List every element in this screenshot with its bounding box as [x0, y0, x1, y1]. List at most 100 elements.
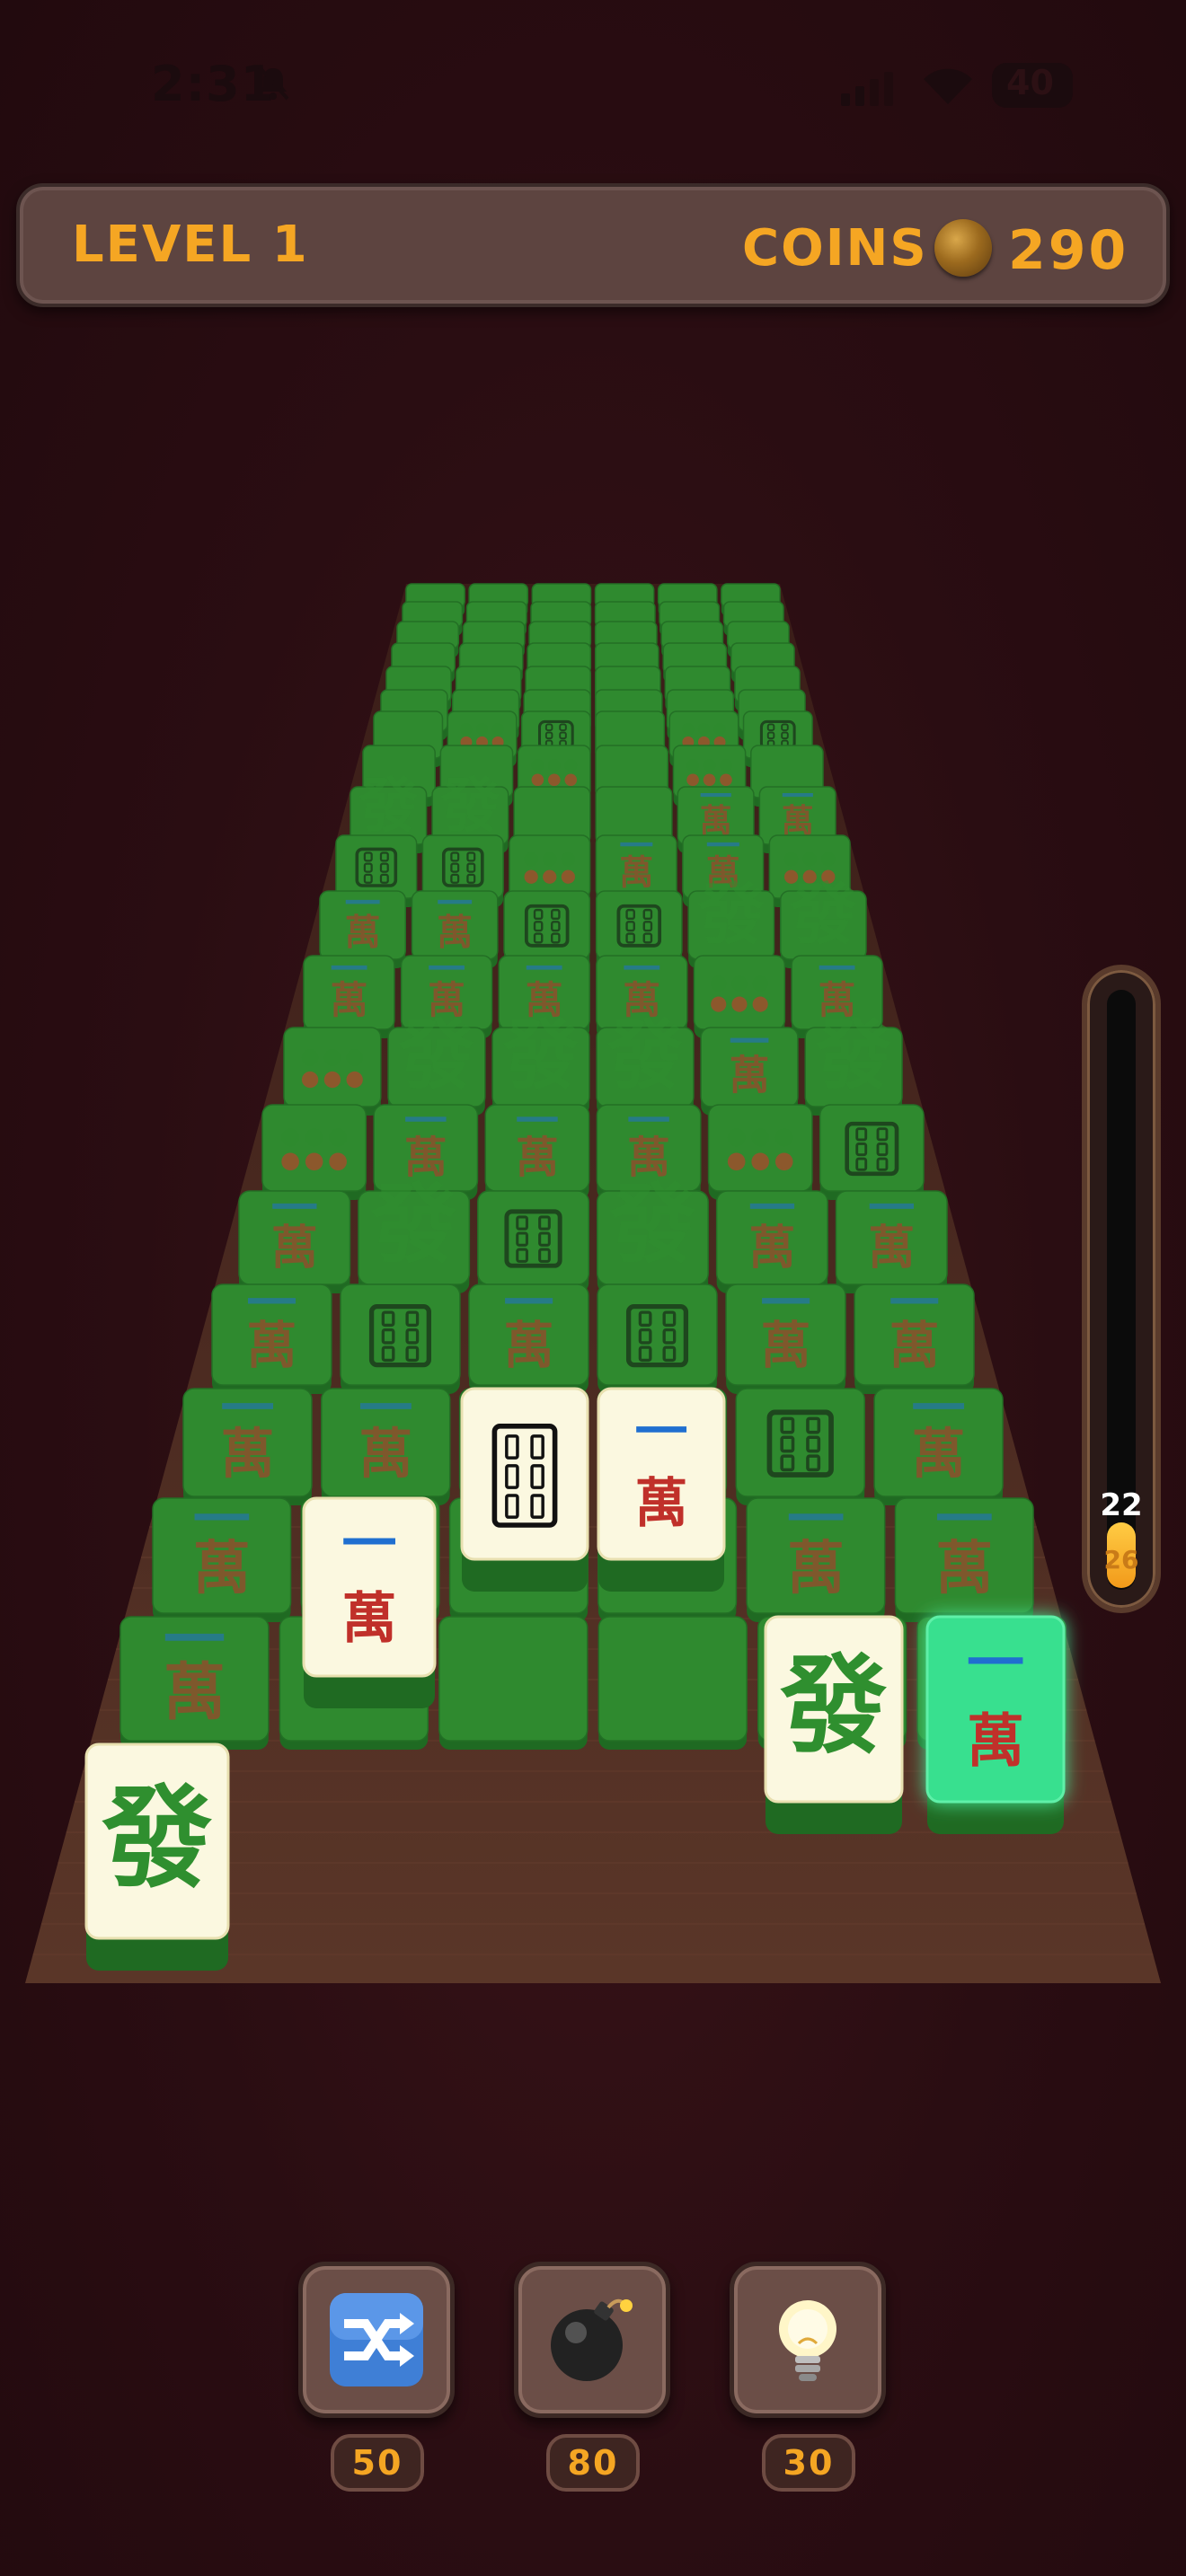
back-tile: 一萬: [373, 1097, 479, 1200]
back-tile-face: [768, 834, 851, 899]
tile-bamboo-stick: [642, 932, 653, 944]
tile-dot: [703, 773, 716, 787]
tile-bamboo-stick: [466, 862, 476, 873]
back-tile: [660, 621, 724, 657]
back-tile-base: [747, 1498, 885, 1622]
back-tile: [738, 689, 806, 740]
tile-wan-top: 一: [730, 1019, 770, 1066]
playable-tiles: 一萬一萬發發 一萬: [84, 1387, 1066, 1971]
back-tile: [594, 583, 655, 616]
tile-wan-bottom: 萬: [330, 978, 367, 1022]
tile-bamboo-stick: [530, 1494, 544, 1519]
back-tile-base: [836, 1191, 947, 1293]
back-tile-base: [183, 1389, 312, 1505]
back-tile-face: [668, 710, 739, 759]
tile-bamboo-stick: [781, 739, 789, 748]
playable-tile[interactable]: 發: [84, 1742, 230, 1971]
back-tile-base: [459, 1389, 589, 1505]
back-tile: 發: [687, 877, 775, 968]
tile-bamboo-stick: [806, 1416, 821, 1434]
back-tile-face: [411, 890, 499, 960]
playable-tile[interactable]: [460, 1387, 589, 1592]
playable-tile-base: [304, 1516, 435, 1708]
tile-dot: [329, 1128, 347, 1147]
back-tile-base: [279, 1617, 429, 1750]
tile-wan-bottom: 萬: [761, 1317, 811, 1375]
tile-dot: [774, 1128, 793, 1147]
tile-bamboo-stick: [781, 731, 789, 740]
tile-dot: [727, 1152, 746, 1171]
back-tile-base: [485, 1105, 589, 1200]
bomb-price: 80: [546, 2434, 640, 2492]
tile-fa-glyph: 發: [815, 1011, 891, 1099]
back-tile-face: [597, 1388, 728, 1497]
top-bar: LEVEL 1 COINS 290: [16, 183, 1170, 307]
back-tile: [750, 745, 824, 807]
back-tile-face: [594, 583, 655, 608]
tile-bamboo-stick: [662, 1328, 677, 1345]
playable-tile[interactable]: 發: [764, 1615, 904, 1834]
tile-dot: [821, 869, 836, 884]
tile-wan-top: 一: [526, 948, 563, 992]
tile-bamboo-stick: [806, 1435, 821, 1453]
back-tile-face: [319, 890, 407, 960]
tile-bamboo-stick: [559, 731, 567, 740]
back-tile-face: [385, 666, 452, 703]
back-tile-face: [596, 955, 688, 1030]
back-tile-base: [673, 745, 746, 807]
tile-wan-bottom: 萬: [782, 803, 814, 840]
tile-bamboo-stick: [855, 1142, 868, 1157]
tile-bamboo-stick: [538, 1248, 551, 1263]
back-tile: 一萬: [873, 1378, 1004, 1505]
tile-bamboo-stick: [551, 921, 561, 932]
tile-bamboo-stick: [405, 1328, 420, 1345]
playable-tile[interactable]: 一萬: [925, 1615, 1066, 1834]
back-tile-base: [769, 835, 850, 907]
back-tile: [458, 642, 524, 683]
tile-dot: [682, 723, 695, 736]
back-tile: [664, 666, 731, 711]
shuffle-price: 50: [331, 2434, 424, 2492]
playable-tile[interactable]: 一萬: [302, 1496, 437, 1708]
tile-bamboo-frame: [625, 1303, 689, 1368]
back-tile: 一萬: [152, 1487, 292, 1622]
hint-button[interactable]: [730, 2262, 886, 2418]
tile-dot: [682, 736, 695, 748]
playable-tile[interactable]: 一萬: [597, 1387, 726, 1592]
playable-tile-face: [302, 1496, 437, 1678]
back-tile: [458, 1388, 589, 1505]
bomb-button[interactable]: [514, 2262, 670, 2418]
back-tile-base: [739, 690, 805, 740]
back-tile: [595, 666, 661, 711]
back-tile-face: [421, 834, 504, 899]
back-tile-base: [358, 1191, 470, 1293]
back-tile-base: [677, 787, 754, 853]
tile-wan-top: 一: [706, 826, 740, 866]
tile-dot: [751, 1152, 770, 1171]
back-tile-face: [119, 1616, 270, 1742]
back-tile: [438, 1616, 589, 1750]
back-tile-base: [727, 622, 789, 657]
tile-bamboo-frame: [504, 1209, 562, 1268]
back-tile-face: [439, 745, 514, 798]
back-tile-face: [513, 786, 591, 845]
back-tile: [693, 955, 786, 1038]
tile-dot: [460, 736, 473, 748]
tile-wan-top: 一: [330, 948, 367, 992]
shuffle-button[interactable]: [298, 2262, 455, 2418]
back-tile-face: [682, 834, 765, 899]
back-tile-face: [916, 1616, 1067, 1742]
back-tile: [283, 1027, 382, 1116]
back-tile: 一萬: [319, 883, 407, 968]
back-tile-base: [284, 1028, 381, 1116]
back-tile: [380, 689, 448, 740]
back-tile: [730, 642, 795, 683]
back-tile-face: [451, 689, 520, 732]
back-tile-base: [463, 622, 525, 657]
back-tile-face: [358, 1190, 471, 1285]
back-tile-base: [658, 584, 717, 616]
back-tile-face: [666, 689, 735, 732]
playable-tile-face: [84, 1742, 230, 1940]
back-tile: [300, 1497, 440, 1622]
back-tile-base: [597, 1284, 717, 1394]
